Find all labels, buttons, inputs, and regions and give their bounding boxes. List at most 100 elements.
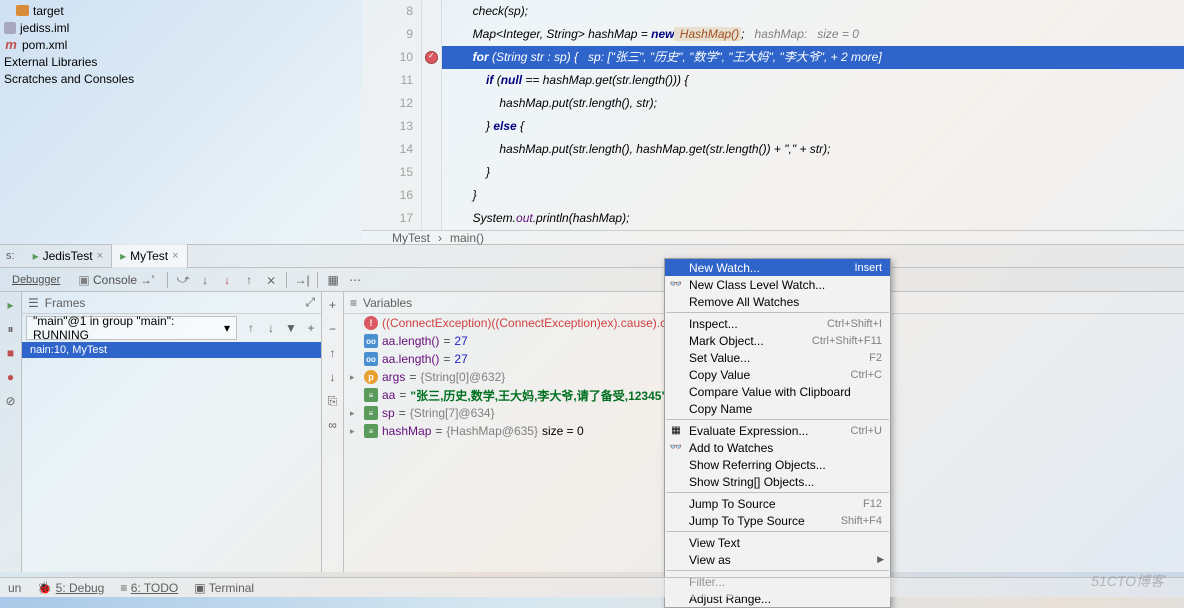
separator	[317, 272, 318, 288]
tab-debugger[interactable]: Debugger	[4, 274, 68, 286]
menu-copy-value[interactable]: Copy ValueCtrl+C	[665, 366, 890, 383]
chevron-right-icon: ▶	[877, 554, 884, 565]
evaluate-icon[interactable]: ▦	[323, 270, 343, 290]
tool-run[interactable]: un	[8, 581, 21, 595]
force-step-icon[interactable]: ↓	[217, 270, 237, 290]
code-line: hashMap.put(str.length(), hashMap.get(st…	[446, 138, 1184, 161]
drop-frame-icon[interactable]: ⨯	[261, 270, 281, 290]
gutter[interactable]: 8 9 10 11 12 13 14 15 16 17	[362, 0, 422, 230]
menu-evaluate[interactable]: ▦Evaluate Expression...Ctrl+U	[665, 422, 890, 439]
menu-set-value[interactable]: Set Value...F2	[665, 349, 890, 366]
tree-label: Scratches and Consoles	[4, 72, 134, 86]
breadcrumb-item[interactable]: main()	[450, 231, 484, 245]
line-num: 10	[362, 46, 413, 69]
tool-terminal[interactable]: ▣ Terminal	[194, 581, 254, 595]
menu-new-watch[interactable]: New Watch...Insert	[665, 259, 890, 276]
line-num: 15	[362, 161, 413, 184]
separator	[167, 272, 168, 288]
menu-jump-type[interactable]: Jump To Type SourceShift+F4	[665, 512, 890, 529]
vars-icon: ≡	[350, 296, 357, 310]
menu-new-class-watch[interactable]: 👓New Class Level Watch...	[665, 276, 890, 293]
error-icon: !	[364, 316, 378, 330]
threads-icon[interactable]: ☰	[28, 296, 39, 310]
pause-icon[interactable]: ⏸	[2, 320, 20, 338]
line-num: 13	[362, 115, 413, 138]
line-num: 14	[362, 138, 413, 161]
resume-icon[interactable]: ▸	[2, 296, 20, 314]
param-icon: p	[364, 370, 378, 384]
watermark: 51CTO博客	[1091, 571, 1164, 591]
more-icon[interactable]: ⋯	[345, 270, 365, 290]
line-num: 16	[362, 184, 413, 207]
close-icon[interactable]: ×	[97, 250, 103, 262]
tool-todo[interactable]: ≡ 6: TODO	[120, 581, 178, 595]
code-area[interactable]: check(sp); Map<Integer, String> hashMap …	[442, 0, 1184, 230]
var-icon: ≡	[364, 406, 378, 420]
breadcrumb-item[interactable]: MyTest	[392, 231, 430, 245]
up-icon[interactable]: ↑	[324, 344, 342, 362]
new-watch-icon[interactable]: +	[324, 296, 342, 314]
menu-jump-src[interactable]: Jump To SourceF12	[665, 495, 890, 512]
breadcrumb[interactable]: MyTest › main()	[362, 230, 1184, 245]
stop-icon[interactable]: ■	[2, 344, 20, 362]
menu-compare[interactable]: Compare Value with Clipboard	[665, 383, 890, 400]
menu-inspect[interactable]: Inspect...Ctrl+Shift+I	[665, 315, 890, 332]
separator	[666, 312, 889, 313]
menu-view-text[interactable]: View Text	[665, 534, 890, 551]
code-line: Map<Integer, String> hashMap = new HashM…	[446, 23, 1184, 46]
breakpoints-icon[interactable]: ●	[2, 368, 20, 386]
pin-icon[interactable]: ⤢	[305, 295, 315, 310]
tree-label: target	[33, 4, 64, 18]
tree-item-jediss[interactable]: jediss.iml	[4, 19, 358, 36]
tool-debug[interactable]: 🐞 5: Debug	[37, 581, 104, 595]
step-into-icon[interactable]: ↓	[195, 270, 215, 290]
copy-icon[interactable]: ⎘	[324, 392, 342, 410]
tab-console[interactable]: ▣ Console →'	[70, 273, 162, 287]
remove-watch-icon[interactable]: −	[324, 320, 342, 338]
tree-label: jediss.iml	[20, 21, 69, 35]
frame-row[interactable]: nain:10, MyTest	[22, 342, 321, 358]
frames-header: ☰Frames⤢	[22, 292, 321, 314]
debug-toolbar: Debugger ▣ Console →' ⤻ ↓ ↓ ↑ ⨯ →| ▦ ⋯	[0, 268, 1184, 292]
run-tab-jedis[interactable]: ▸JedisTest×	[25, 244, 113, 268]
menu-add-watch[interactable]: 👓Add to Watches	[665, 439, 890, 456]
prev-frame-icon[interactable]: ↑	[241, 318, 261, 338]
vars-toolbar: + − ↑ ↓ ⎘ ∞	[322, 292, 344, 572]
frames-panel: ☰Frames⤢ "main"@1 in group "main": RUNNI…	[22, 292, 322, 572]
maven-icon: m	[4, 38, 18, 52]
status-bar: un 🐞 5: Debug ≡ 6: TODO ▣ Terminal	[0, 577, 1184, 597]
editor[interactable]: 8 9 10 11 12 13 14 15 16 17 check(sp); M…	[362, 0, 1184, 244]
tree-item-scratches[interactable]: Scratches and Consoles	[4, 70, 358, 87]
run-to-cursor-icon[interactable]: →|	[292, 270, 312, 290]
inline-hint: sp: ["张三", "历史", "数学", "王大妈", "李大爷", + 2…	[588, 50, 882, 64]
menu-show-str[interactable]: Show String[] Objects...	[665, 473, 890, 490]
thread-selector[interactable]: "main"@1 in group "main": RUNNING▾	[26, 316, 237, 340]
project-tree[interactable]: target jediss.iml mpom.xml External Libr…	[0, 0, 362, 244]
run-tab-mytest[interactable]: ▸MyTest×	[112, 244, 187, 268]
close-icon[interactable]: ×	[172, 250, 178, 262]
step-out-icon[interactable]: ↑	[239, 270, 259, 290]
separator	[286, 272, 287, 288]
line-num: 9	[362, 23, 413, 46]
filter-icon[interactable]: ▼	[281, 318, 301, 338]
gutter-icons[interactable]	[422, 0, 442, 230]
menu-show-ref[interactable]: Show Referring Objects...	[665, 456, 890, 473]
tree-item-target[interactable]: target	[4, 2, 358, 19]
line-num: 8	[362, 0, 413, 23]
step-over-icon[interactable]: ⤻	[173, 270, 193, 290]
add-icon[interactable]: +	[301, 318, 321, 338]
menu-remove-all[interactable]: Remove All Watches	[665, 293, 890, 310]
menu-mark[interactable]: Mark Object...Ctrl+Shift+F11	[665, 332, 890, 349]
watch-icon: 👓	[669, 441, 683, 455]
chevron-right-icon: ›	[438, 231, 442, 245]
down-icon[interactable]: ↓	[324, 368, 342, 386]
mute-icon[interactable]: ⊘	[2, 392, 20, 410]
tree-item-pom[interactable]: mpom.xml	[4, 36, 358, 53]
separator	[666, 492, 889, 493]
glasses-icon[interactable]: ∞	[324, 416, 342, 434]
next-frame-icon[interactable]: ↓	[261, 318, 281, 338]
tree-item-ext-lib[interactable]: External Libraries	[4, 53, 358, 70]
menu-copy-name[interactable]: Copy Name	[665, 400, 890, 417]
menu-view-as[interactable]: View as▶	[665, 551, 890, 568]
breakpoint-icon[interactable]	[425, 51, 438, 64]
